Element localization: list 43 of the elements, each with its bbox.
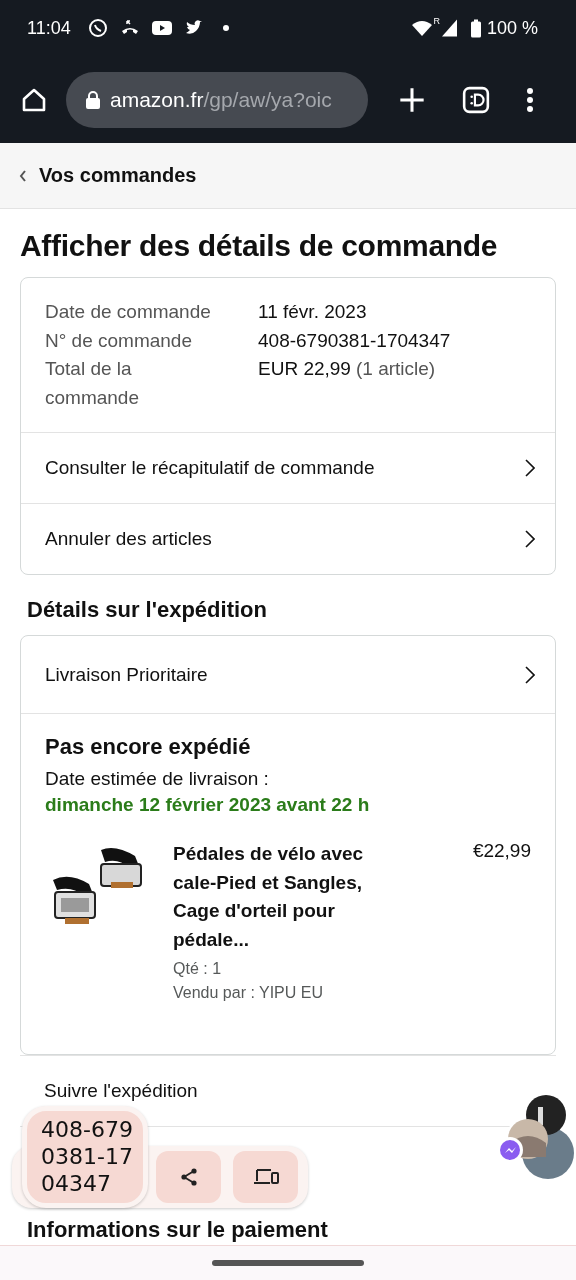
chevron-left-icon <box>19 169 27 182</box>
menu-icon[interactable] <box>526 86 534 113</box>
roaming-label: R <box>433 16 440 26</box>
devices-icon <box>252 1167 279 1187</box>
card-link[interactable]: Annuler des articles <box>21 503 555 574</box>
section-heading: Détails sur l'expédition <box>27 597 268 623</box>
price: €22,99 <box>471 840 531 863</box>
signal-icon <box>441 19 457 37</box>
wifi-icon <box>411 18 434 38</box>
delivery-label: Date estimée de livraison : <box>45 768 270 790</box>
send-to-device-button[interactable] <box>233 1151 298 1203</box>
section-heading: Informations sur le paiement <box>27 1217 329 1243</box>
clock: 11:04 <box>27 17 71 39</box>
chevron-right-icon <box>525 665 535 684</box>
field-label: N° de commande <box>45 328 193 353</box>
battery-icon <box>470 18 481 38</box>
field-label: Total de la commande <box>45 357 140 410</box>
field-value: 408-6790381-1704347 <box>258 328 452 353</box>
home-handle[interactable] <box>212 1260 364 1266</box>
address-bar[interactable]: amazon.fr/gp/aw/ya?oic <box>66 71 368 128</box>
clipboard-toast[interactable]: 408-679 0381-17 04347 <box>22 1106 148 1208</box>
quantity: Qté : 1 <box>173 960 223 978</box>
shipment-status: Pas encore expédié <box>45 734 252 760</box>
chevron-right-icon <box>525 530 535 548</box>
shipping-method-link[interactable]: Livraison Prioritaire <box>21 636 555 714</box>
page-title: Afficher des détails de commande <box>20 229 499 263</box>
lock-icon <box>86 90 100 109</box>
back-link[interactable]: Vos commandes <box>19 164 197 187</box>
share-button[interactable] <box>156 1151 221 1203</box>
share-icon <box>178 1167 199 1187</box>
field-label: Date de commande <box>45 300 212 324</box>
delivery-date: dimanche 12 février 2023 avant 22 h <box>45 794 371 816</box>
dot-icon <box>222 25 229 31</box>
battery-level: 100 % <box>486 17 538 39</box>
card-link[interactable]: Consulter le récapitulatif de commande <box>21 432 555 503</box>
field-value: EUR 22,99 (1 article) <box>258 357 437 381</box>
seller: Vendu par : YIPU EU <box>173 984 324 1002</box>
product-title[interactable]: Pédales de vélo avec cale-Pied et Sangles, Cage d'orteil pour pédale... <box>173 840 383 954</box>
field-value: 11 févr. 2023 <box>258 300 368 324</box>
chevron-right-icon <box>525 459 535 477</box>
video-icon <box>150 18 173 38</box>
plus-icon[interactable] <box>398 85 426 114</box>
tab-switcher-icon[interactable] <box>462 85 490 114</box>
